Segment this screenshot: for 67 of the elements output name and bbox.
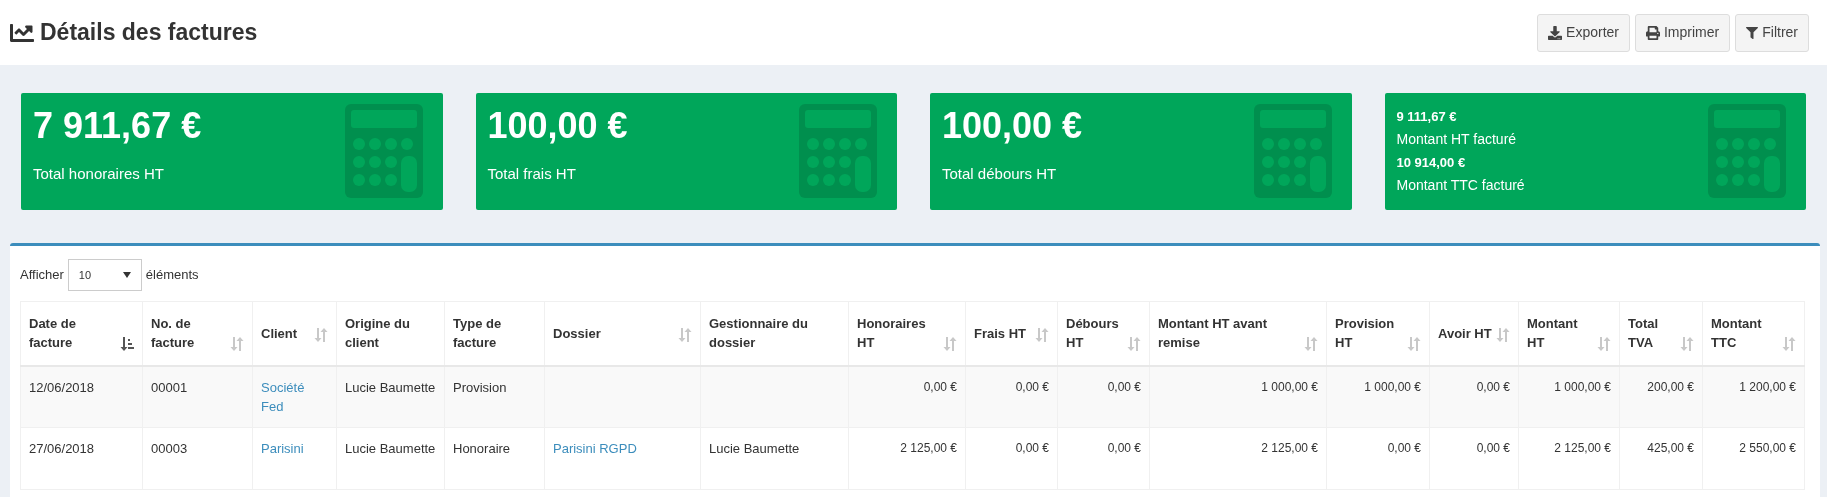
table-cell: 0,00 €: [1015, 441, 1049, 455]
column-header[interactable]: No. de facture: [142, 301, 253, 366]
download-icon: [1548, 25, 1563, 40]
stat-value: 100,00 €: [942, 104, 1083, 148]
filter-icon: [1746, 26, 1759, 39]
stat-value: 100,00 €: [487, 104, 628, 148]
table-cell: 1 000,00 €: [1554, 379, 1611, 394]
column-header: Origine du client: [336, 301, 445, 366]
caret-icon: [122, 272, 131, 278]
table-cell: 2 125,00 €: [1261, 441, 1318, 455]
stat-label: Total honoraires HT: [33, 164, 165, 184]
entries-label: éléments: [145, 266, 199, 285]
table-cell: 00001: [151, 379, 188, 395]
toolbar-button[interactable]: Imprimer: [1635, 13, 1731, 52]
column-header[interactable]: Client: [252, 301, 337, 366]
table-cell: 1 000,00 €: [1364, 379, 1421, 394]
table-cell: Provision: [453, 379, 507, 395]
toolbar-button[interactable]: Filtrer: [1735, 13, 1809, 52]
stat-value: 7 911,67 €: [33, 104, 202, 148]
table-cell: 2 125,00 €: [1554, 441, 1611, 455]
column-header[interactable]: Provision HT: [1326, 301, 1430, 366]
table-cell: 0,00 €: [1476, 379, 1510, 394]
table-cell: Lucie Baumette: [345, 379, 436, 395]
show-label: Afficher: [20, 266, 64, 285]
column-header[interactable]: Avoir HT: [1429, 301, 1519, 366]
column-header[interactable]: Débours HT: [1057, 301, 1150, 366]
table-cell: 425,00 €: [1647, 441, 1694, 455]
table-cell: 00003: [151, 441, 188, 456]
table-link[interactable]: Parisini RGPD: [553, 439, 637, 458]
table-cell: 0,00 €: [1015, 379, 1049, 394]
page-size-select[interactable]: 10: [67, 259, 142, 291]
table-cell: 0,00 €: [923, 379, 957, 394]
column-header[interactable]: Date de facture: [20, 301, 143, 366]
table-link[interactable]: Parisini: [261, 439, 304, 458]
table-cell: 1 000,00 €: [1261, 379, 1318, 394]
table-cell: 0,00 €: [1107, 379, 1141, 394]
page-title: Détails des factures: [40, 18, 258, 48]
table-cell: 0,00 €: [1107, 441, 1141, 455]
column-header[interactable]: Total TVA: [1619, 301, 1703, 366]
stat-value: 9 111,67 €: [1396, 108, 1458, 126]
table-cell: Lucie Baumette: [709, 441, 800, 456]
column-header[interactable]: Dossier: [544, 301, 701, 366]
column-header[interactable]: Montant HT: [1518, 301, 1620, 366]
column-header[interactable]: Montant HT avant remise: [1149, 301, 1327, 366]
toolbar-button[interactable]: Exporter: [1537, 13, 1630, 52]
printer-icon: [1646, 25, 1660, 40]
table-cell: Honoraire: [453, 441, 511, 456]
calculator-icon: [1253, 104, 1332, 198]
table-cell: 0,00 €: [1476, 441, 1510, 455]
stat-label: Total débours HT: [942, 164, 1058, 184]
stat-label: Montant TTC facturé: [1396, 176, 1525, 195]
stat-label: Montant HT facturé: [1396, 130, 1518, 149]
table-cell: Lucie Baumette: [345, 441, 436, 456]
table-cell: 2 550,00 €: [1739, 441, 1796, 455]
column-header: Type de facture: [444, 301, 545, 366]
column-header[interactable]: Honoraires HT: [848, 301, 966, 366]
table-cell: 200,00 €: [1647, 379, 1694, 394]
column-header: Gestionnaire du dossier: [700, 301, 849, 366]
table-cell: 2 125,00 €: [900, 441, 957, 455]
table-cell: 12/06/2018: [29, 379, 95, 395]
column-header[interactable]: Frais HT: [965, 301, 1058, 366]
stat-value: 10 914,00 €: [1396, 154, 1467, 172]
table-cell: 0,00 €: [1387, 441, 1421, 455]
stat-label: Total frais HT: [487, 164, 577, 184]
table-cell: 27/06/2018: [29, 441, 95, 456]
column-header[interactable]: Montant TTC: [1702, 301, 1805, 366]
table-cell: 1 200,00 €: [1739, 379, 1796, 394]
